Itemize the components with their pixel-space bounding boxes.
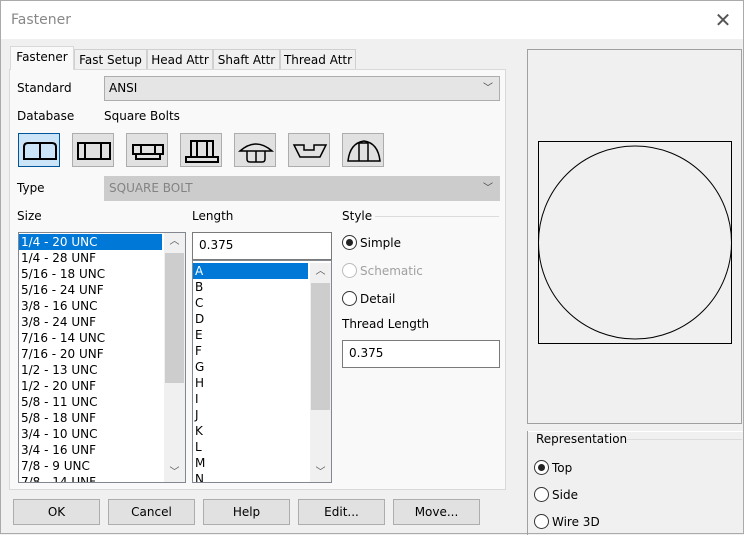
list-item[interactable]: 1/4 - 20 UNC — [19, 234, 162, 250]
thread-length-label: Thread Length — [342, 317, 430, 331]
title-bar: Fastener ✕ — [1, 1, 743, 39]
length-listbox[interactable]: ABCDEFGHIJKLMN ︿ ﹀ — [192, 260, 332, 483]
divider — [375, 216, 499, 217]
representation-wire3d-radio[interactable]: Wire 3D — [534, 512, 600, 530]
edit-button[interactable]: Edit... — [298, 499, 385, 525]
fastener-preview — [538, 141, 732, 344]
list-item[interactable]: F — [193, 343, 308, 359]
ok-button[interactable]: OK — [13, 499, 100, 525]
scroll-down-icon[interactable]: ﹀ — [310, 464, 331, 482]
standard-select[interactable]: ANSI ﹀ — [104, 76, 500, 101]
head-style-flanged-button[interactable] — [126, 133, 168, 167]
list-item[interactable]: K — [193, 423, 308, 439]
preview-pane — [527, 49, 742, 424]
representation-label: Representation — [536, 432, 628, 446]
close-icon[interactable]: ✕ — [707, 5, 739, 35]
list-item[interactable]: 7/8 - 14 UNF — [19, 474, 162, 482]
list-item[interactable]: H — [193, 375, 308, 391]
list-item[interactable]: 1/2 - 13 UNC — [19, 362, 162, 378]
head-style-plain-button[interactable] — [72, 133, 114, 167]
list-item[interactable]: 5/16 - 24 UNF — [19, 282, 162, 298]
flanged-head-icon — [132, 144, 164, 160]
length-label: Length — [192, 209, 234, 223]
divider — [626, 439, 742, 440]
list-item[interactable]: M — [193, 455, 308, 471]
fastener-dialog: Fastener ✕ Fastener Fast Setup Head Attr… — [0, 0, 744, 535]
list-item[interactable]: B — [193, 279, 308, 295]
thread-length-input[interactable]: 0.375 — [342, 340, 500, 368]
square-head-icon — [23, 142, 57, 160]
list-item[interactable]: N — [193, 471, 308, 482]
length-scrollbar[interactable]: ︿ ﹀ — [310, 263, 331, 482]
head-style-washer-button[interactable] — [180, 133, 222, 167]
preview-outline — [538, 141, 732, 344]
washer-head-icon — [185, 140, 219, 163]
list-item[interactable]: J — [193, 407, 308, 423]
list-item[interactable]: 5/8 - 11 UNC — [19, 394, 162, 410]
list-item[interactable]: D — [193, 311, 308, 327]
list-item[interactable]: 5/8 - 18 UNF — [19, 410, 162, 426]
list-item[interactable]: I — [193, 391, 308, 407]
scroll-down-icon[interactable]: ﹀ — [164, 464, 185, 482]
list-item[interactable]: 3/8 - 16 UNC — [19, 298, 162, 314]
tab-thread-attr[interactable]: Thread Attr — [280, 49, 356, 70]
plain-head-icon — [77, 142, 111, 160]
representation-top-radio[interactable]: Top — [534, 458, 572, 476]
standard-value: ANSI — [109, 81, 138, 95]
list-item[interactable]: 7/8 - 9 UNC — [19, 458, 162, 474]
list-item[interactable]: 3/4 - 10 UNC — [19, 426, 162, 442]
list-item[interactable]: 7/16 - 20 UNF — [19, 346, 162, 362]
help-button[interactable]: Help — [203, 499, 290, 525]
move-button[interactable]: Move... — [393, 499, 480, 525]
divider — [527, 431, 528, 535]
size-listbox[interactable]: 1/4 - 20 UNC 1/4 - 28 UNF 5/16 - 18 UNC 5/1… — [18, 232, 186, 483]
standard-label: Standard — [17, 81, 72, 95]
database-value: Square Bolts — [104, 109, 180, 123]
database-label: Database — [17, 109, 75, 123]
list-item[interactable]: E — [193, 327, 308, 343]
tab-fast-setup[interactable]: Fast Setup — [74, 49, 147, 70]
tab-fastener[interactable]: Fastener — [10, 46, 74, 70]
countersunk-head-icon — [292, 144, 328, 158]
head-style-dome-button[interactable] — [342, 133, 384, 167]
tab-shaft-attr[interactable]: Shaft Attr — [213, 49, 280, 70]
list-item[interactable]: G — [193, 359, 308, 375]
list-item[interactable]: A — [193, 263, 308, 279]
type-label: Type — [17, 181, 45, 195]
list-item[interactable]: C — [193, 295, 308, 311]
cancel-button[interactable]: Cancel — [108, 499, 195, 525]
list-item[interactable]: 7/16 - 14 UNC — [19, 330, 162, 346]
head-style-round-button[interactable] — [234, 133, 276, 167]
list-item[interactable]: 5/16 - 18 UNC — [19, 266, 162, 282]
scroll-up-icon[interactable]: ︿ — [164, 233, 185, 251]
scroll-up-icon[interactable]: ︿ — [310, 263, 331, 281]
type-value: SQUARE BOLT — [109, 181, 193, 195]
list-item[interactable]: 1/4 - 28 UNF — [19, 250, 162, 266]
preview-head-circle — [538, 145, 732, 340]
dome-head-icon — [347, 140, 381, 162]
tab-head-attr[interactable]: Head Attr — [147, 49, 213, 70]
style-detail-radio[interactable]: Detail — [342, 289, 395, 307]
head-style-square-button[interactable] — [18, 133, 60, 167]
head-style-countersunk-button[interactable] — [288, 133, 330, 167]
scroll-thumb[interactable] — [165, 253, 184, 383]
style-schematic-radio[interactable]: Schematic — [342, 261, 423, 279]
chevron-down-icon: ﹀ — [483, 83, 493, 94]
size-scrollbar[interactable]: ︿ ﹀ — [164, 233, 185, 482]
style-simple-radio[interactable]: Simple — [342, 233, 401, 251]
length-input[interactable]: 0.375 — [192, 232, 332, 260]
type-select[interactable]: SQUARE BOLT ﹀ — [104, 176, 500, 201]
chevron-down-icon: ﹀ — [483, 183, 493, 194]
size-label: Size — [17, 209, 42, 223]
list-item[interactable]: 3/4 - 16 UNF — [19, 442, 162, 458]
round-head-icon — [238, 143, 274, 163]
representation-side-radio[interactable]: Side — [534, 485, 578, 503]
list-item[interactable]: 3/8 - 24 UNF — [19, 314, 162, 330]
list-item[interactable]: 1/2 - 20 UNF — [19, 378, 162, 394]
scroll-thumb[interactable] — [311, 283, 330, 410]
list-item[interactable]: L — [193, 439, 308, 455]
window-title: Fastener — [11, 12, 71, 28]
style-group-label: Style — [342, 209, 373, 223]
